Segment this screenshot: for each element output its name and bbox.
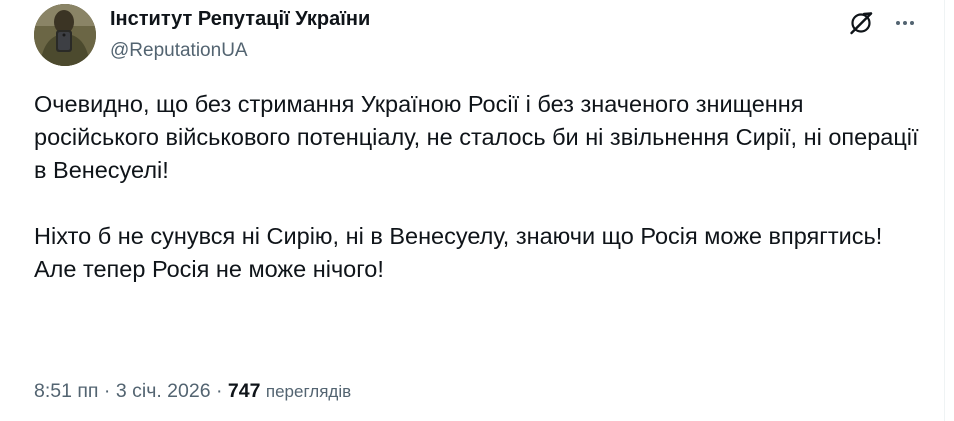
- user-handle[interactable]: @ReputationUA: [110, 39, 370, 63]
- tweet-text: Очевидно, що без стримання Україною Росі…: [34, 88, 929, 286]
- views-count: 747: [227, 380, 261, 402]
- display-name[interactable]: Інститут Репутації України: [110, 7, 370, 31]
- tweet-time[interactable]: 8:51 пп: [34, 380, 99, 402]
- tweet-paragraph-1: Очевидно, що без стримання Україною Росі…: [34, 91, 919, 183]
- avatar-photo: [34, 4, 96, 66]
- grok-icon: [850, 12, 873, 35]
- grok-button[interactable]: [844, 6, 878, 40]
- tweet-paragraph-2-line-1: Ніхто б не сунувся ні Сирію, ні в Венесу…: [34, 223, 883, 249]
- tweet-meta: 8:51 пп · 3 січ. 2026 · 747 переглядів: [34, 377, 351, 406]
- tweet-date[interactable]: 3 січ. 2026: [116, 380, 211, 402]
- avatar[interactable]: [34, 4, 96, 66]
- meta-separator: ·: [216, 380, 223, 402]
- author-block: Інститут Репутації України @ReputationUA: [110, 7, 370, 63]
- more-icon: [896, 21, 914, 25]
- meta-separator: ·: [103, 380, 111, 402]
- divider: [944, 0, 945, 421]
- tweet-card: Інститут Репутації України @ReputationUA…: [0, 0, 944, 421]
- tweet-paragraph-2-line-2: Але тепер Росія не може нічого!: [34, 256, 384, 282]
- views-label: переглядів: [265, 382, 352, 401]
- more-options-button[interactable]: [888, 6, 922, 40]
